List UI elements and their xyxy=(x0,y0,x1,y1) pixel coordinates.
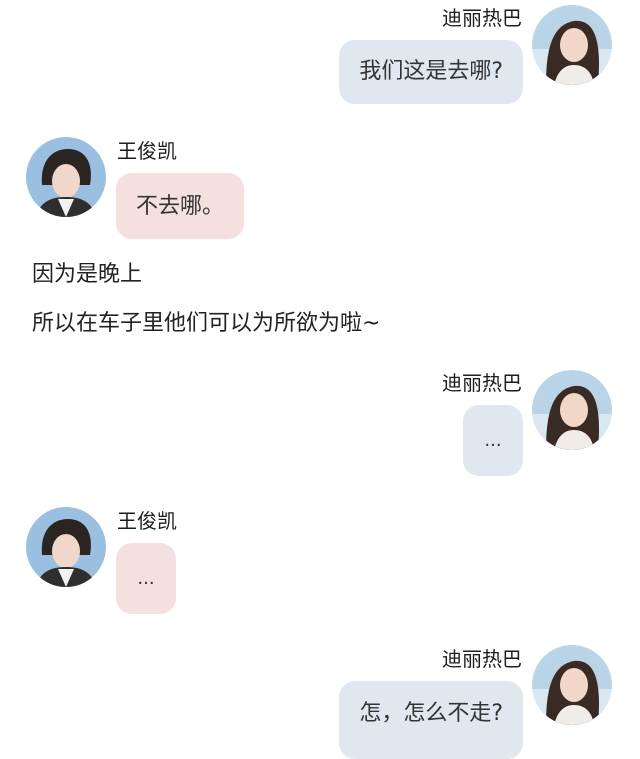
female-portrait-icon[interactable] xyxy=(532,645,612,725)
message-text: 我们这是去哪? xyxy=(359,59,503,84)
sender-name: 迪丽热巴 xyxy=(442,371,522,395)
sender-name: 王俊凯 xyxy=(117,509,177,533)
sender-name: 迪丽热巴 xyxy=(442,6,522,30)
sender-name: 王俊凯 xyxy=(117,139,177,163)
narration-line: 因为是晚上 xyxy=(32,262,143,287)
narration-line: 所以在车子里他们可以为所欲为啦~ xyxy=(32,311,381,336)
male-portrait-icon[interactable] xyxy=(26,137,106,217)
message-bubble[interactable]: 我们这是去哪? xyxy=(339,40,523,104)
female-portrait-icon[interactable] xyxy=(532,370,612,450)
message-text: 不去哪。 xyxy=(136,194,225,219)
message-text: ... xyxy=(137,567,155,589)
male-portrait-icon[interactable] xyxy=(26,507,106,587)
message-bubble[interactable]: ... xyxy=(463,405,523,476)
message-bubble[interactable]: ... xyxy=(116,543,176,614)
message-text: ... xyxy=(484,429,502,451)
sender-name: 迪丽热巴 xyxy=(442,647,522,671)
message-bubble[interactable]: 怎，怎么不走? xyxy=(339,681,523,759)
message-text: 怎，怎么不走? xyxy=(359,701,503,726)
message-bubble[interactable]: 不去哪。 xyxy=(116,173,245,239)
female-portrait-icon[interactable] xyxy=(532,5,612,85)
